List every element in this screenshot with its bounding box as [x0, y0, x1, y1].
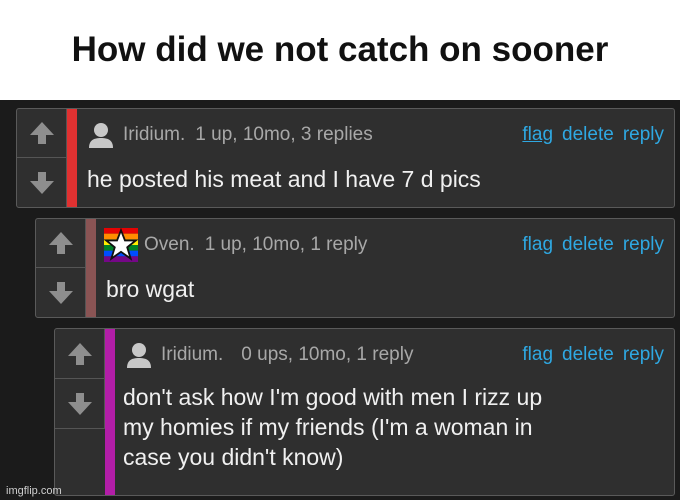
downvote-button[interactable]	[17, 158, 67, 207]
reply-link[interactable]: reply	[623, 124, 664, 146]
rainbow-star-icon	[104, 228, 138, 262]
flag-link[interactable]: flag	[522, 234, 553, 256]
reply-link[interactable]: reply	[623, 234, 664, 256]
comment-stats: 1 up, 10mo, 1 reply	[204, 234, 368, 255]
downvote-button[interactable]	[36, 268, 86, 317]
comment-actions: flag delete reply	[513, 229, 664, 261]
vote-column	[17, 109, 67, 207]
comment-1: Iridium. 1 up, 10mo, 3 replies flag dele…	[16, 108, 675, 208]
arrow-down-icon	[68, 392, 92, 415]
upvote-button[interactable]	[36, 219, 86, 268]
flag-link[interactable]: flag	[522, 124, 553, 146]
comment-meta: Oven. 1 up, 10mo, 1 reply	[104, 228, 368, 262]
downvote-button[interactable]	[55, 379, 105, 429]
comment-actions: flag delete reply	[513, 119, 664, 151]
person-icon	[127, 343, 151, 368]
flag-link[interactable]: flag	[522, 344, 553, 366]
upvote-button[interactable]	[55, 329, 105, 379]
comment-text: bro wgat	[106, 276, 195, 302]
comment-actions: flag delete reply	[513, 339, 664, 371]
meme-title: How did we not catch on sooner	[71, 30, 609, 69]
arrow-up-icon	[30, 122, 54, 144]
imgflip-watermark: imgflip.com	[6, 485, 62, 497]
person-icon	[89, 123, 113, 148]
vote-column	[36, 219, 86, 317]
comment-stats: 1 up, 10mo, 3 replies	[195, 124, 373, 145]
username[interactable]: Iridium.	[161, 344, 223, 366]
thread-stripe	[86, 219, 96, 317]
username[interactable]: Oven.	[144, 234, 195, 256]
comment-text: he posted his meat and I have 7 d pics	[87, 166, 481, 192]
username[interactable]: Iridium.	[123, 124, 185, 146]
reply-link[interactable]: reply	[623, 344, 664, 366]
vote-column	[55, 329, 105, 429]
delete-link[interactable]: delete	[562, 124, 614, 146]
arrow-down-icon	[30, 171, 54, 194]
comment-thread-screenshot: Iridium. 1 up, 10mo, 3 replies flag dele…	[0, 100, 680, 500]
delete-link[interactable]: delete	[562, 234, 614, 256]
comment-meta: Iridium. 1 up, 10mo, 3 replies	[87, 119, 373, 151]
comment-text: don't ask how I'm good with men I rizz u…	[123, 384, 543, 470]
comment-stats: 0 ups, 10mo, 1 reply	[241, 344, 414, 365]
thread-stripe	[67, 109, 77, 207]
comment-meta: Iridium. 0 ups, 10mo, 1 reply	[125, 339, 413, 371]
delete-link[interactable]: delete	[562, 344, 614, 366]
upvote-button[interactable]	[17, 109, 67, 158]
comment-3: Iridium. 0 ups, 10mo, 1 reply flag delet…	[54, 328, 675, 496]
thread-stripe	[105, 329, 115, 495]
comment-2: Oven. 1 up, 10mo, 1 reply flag delete re…	[35, 218, 675, 318]
arrow-up-icon	[49, 232, 73, 254]
arrow-up-icon	[68, 342, 92, 365]
arrow-down-icon	[49, 281, 73, 304]
